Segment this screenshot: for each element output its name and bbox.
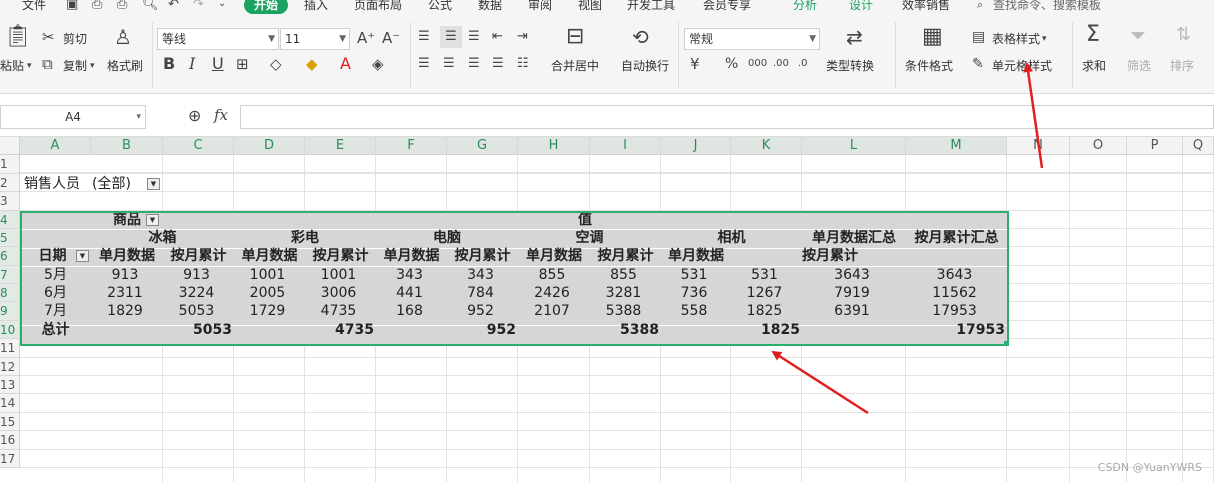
annotation-arrows [771, 62, 1044, 415]
spreadsheet-window: 文件 ▣ ⎙ ⎙ 🔍︎ ↶ ↷ ⌄ 开始 插入 页面布局 公式 数据 审阅 视图… [0, 0, 1214, 482]
arrow-to-pivot-total [771, 350, 869, 415]
arrow-to-table-style [1023, 62, 1044, 169]
